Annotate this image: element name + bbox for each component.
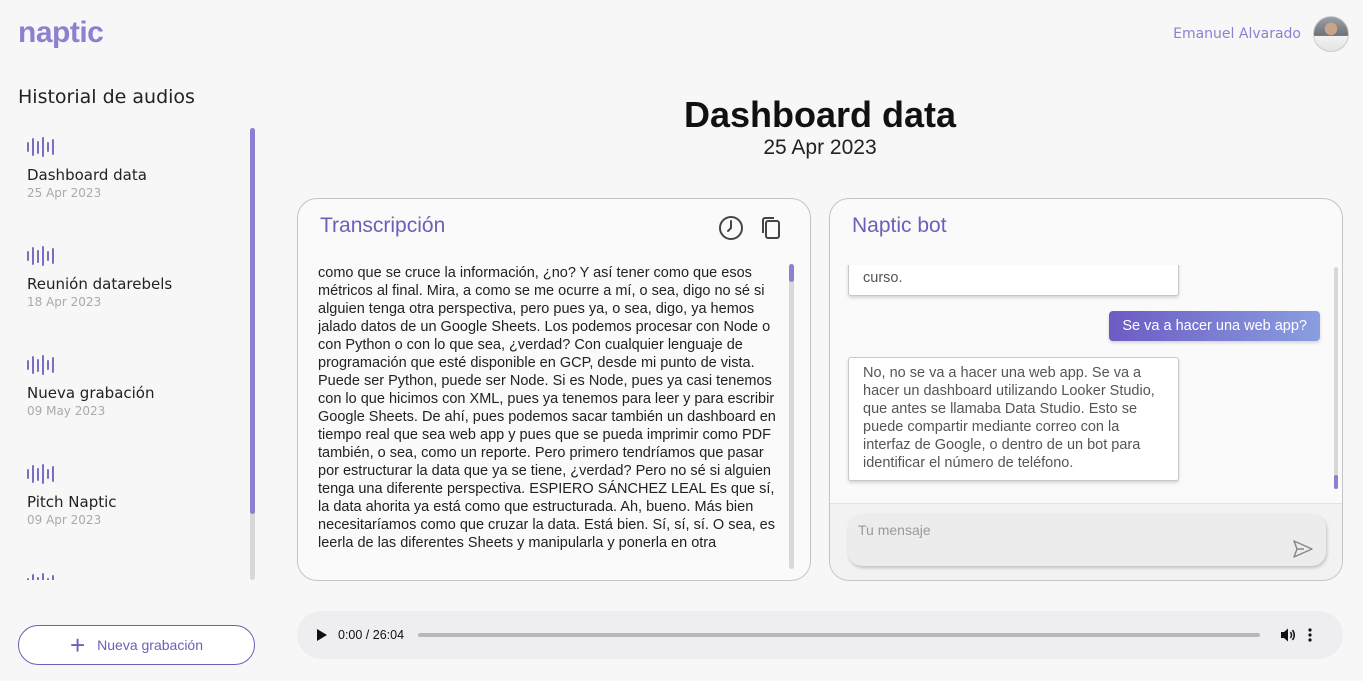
app-logo[interactable]: naptic xyxy=(18,16,104,50)
audio-progress-bar[interactable] xyxy=(418,633,1261,637)
history-item-nueva-grabacion[interactable]: Nueva grabación 09 May 2023 xyxy=(27,346,247,455)
avatar[interactable] xyxy=(1313,16,1349,52)
page-date: 25 Apr 2023 xyxy=(763,136,877,159)
audio-player: 0:00 / 26:04 xyxy=(297,611,1343,659)
history-item-title: Reunión datarebels xyxy=(27,275,173,293)
transcription-scrollbar[interactable] xyxy=(789,264,794,569)
play-icon[interactable] xyxy=(316,628,328,642)
sidebar-scrollbar[interactable] xyxy=(250,128,255,580)
audio-wave-icon xyxy=(27,136,247,158)
audio-wave-icon xyxy=(27,354,247,376)
transcription-scrollbar-thumb[interactable] xyxy=(789,264,794,282)
chat-message-input[interactable]: Tu mensaje xyxy=(848,514,1326,566)
new-recording-button[interactable]: + Nueva grabación xyxy=(18,625,255,665)
chatbot-title: Naptic bot xyxy=(852,214,947,237)
transcription-title: Transcripción xyxy=(320,214,446,237)
user-menu[interactable]: Emanuel Alvarado xyxy=(1173,16,1349,52)
more-options-icon[interactable] xyxy=(1308,628,1312,642)
audio-time: 0:00 / 26:04 xyxy=(338,628,405,642)
chat-scrollbar-thumb[interactable] xyxy=(1334,475,1338,489)
history-item-title: Dashboard data xyxy=(27,166,147,184)
history-item-date: 25 Apr 2023 xyxy=(27,186,102,200)
history-item-date: 09 May 2023 xyxy=(27,404,106,418)
copy-icon[interactable] xyxy=(758,215,784,241)
history-item-title: Nueva grabación xyxy=(27,384,155,402)
clock-icon[interactable] xyxy=(718,215,744,241)
chatbot-panel: Naptic bot curso. Se va a hacer una web … xyxy=(829,198,1343,581)
sidebar-scrollbar-thumb[interactable] xyxy=(250,128,255,514)
user-message: Se va a hacer una web app? xyxy=(1109,311,1320,341)
history-item-title: Pitch Naptic xyxy=(27,493,117,511)
audio-wave-icon xyxy=(27,463,247,485)
page-title: Dashboard data xyxy=(683,94,957,135)
send-icon[interactable] xyxy=(1292,538,1314,560)
chat-scrollbar[interactable] xyxy=(1334,267,1338,489)
audio-wave-icon xyxy=(27,245,247,267)
volume-icon[interactable] xyxy=(1280,627,1296,643)
bot-message: curso. xyxy=(848,265,1179,296)
chat-input-bar: Tu mensaje xyxy=(830,503,1342,580)
transcription-text: como que se cruce la información, ¿no? Y… xyxy=(318,265,776,551)
bot-message: No, no se va a hacer una web app. Se va … xyxy=(848,357,1179,481)
history-item-partial[interactable] xyxy=(27,564,247,580)
history-item-date: 09 Apr 2023 xyxy=(27,513,102,527)
chat-messages: curso. Se va a hacer una web app? No, no… xyxy=(830,265,1342,503)
sidebar-title: Historial de audios xyxy=(18,86,195,108)
history-item-dashboard-data[interactable]: Dashboard data 25 Apr 2023 xyxy=(27,128,247,237)
audio-wave-icon xyxy=(27,572,247,580)
plus-icon: + xyxy=(69,630,86,660)
history-item-date: 18 Apr 2023 xyxy=(27,295,102,309)
user-name[interactable]: Emanuel Alvarado xyxy=(1173,26,1301,42)
history-item-pitch-naptic[interactable]: Pitch Naptic 09 Apr 2023 xyxy=(27,455,247,564)
audio-history-list: Dashboard data 25 Apr 2023 Reunión datar… xyxy=(18,128,258,580)
transcription-panel: Transcripción como que se cruce la infor… xyxy=(297,198,811,581)
history-item-reunion-datarebels[interactable]: Reunión datarebels 18 Apr 2023 xyxy=(27,237,247,346)
new-recording-label: Nueva grabación xyxy=(97,637,204,653)
